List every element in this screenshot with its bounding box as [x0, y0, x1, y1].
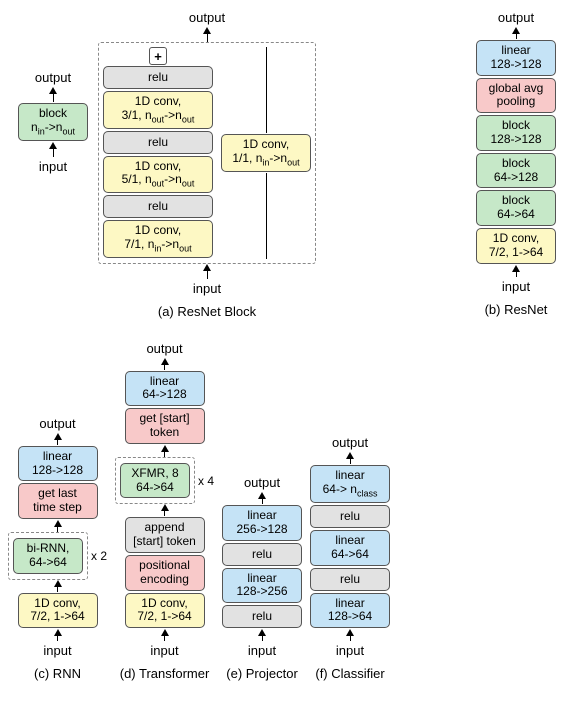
output-label: output: [332, 435, 368, 450]
panel-f: output linear 64-> nclass relu linear 64…: [310, 433, 390, 681]
getlast-box: get last time step: [18, 483, 98, 519]
caption-a: (a) ResNet Block: [158, 304, 256, 319]
block1-box: block 64->64: [476, 190, 556, 226]
output-label: output: [35, 70, 71, 85]
arrow-up-icon: [161, 358, 169, 365]
output-label: output: [39, 416, 75, 431]
conv-box: 1D conv, 7/2, 1->64: [476, 228, 556, 264]
conv7-box: 1D conv, 7/1, nin->nout: [103, 220, 213, 258]
arrow-up-icon: [161, 445, 169, 452]
block-title: block: [39, 106, 67, 120]
panel-b: output linear 128->128 global avg poolin…: [476, 8, 556, 317]
caption-f: (f) Classifier: [315, 666, 384, 681]
output-label: output: [189, 10, 225, 25]
panel-c: output linear 128->128 get last time ste…: [8, 414, 107, 681]
repeat-note: x 4: [198, 474, 214, 488]
panel-a-left: output block nin->nout input: [18, 68, 88, 176]
linear-box: linear 128->128: [18, 446, 98, 482]
output-label: output: [498, 10, 534, 25]
panel-d: output linear 64->128 get [start] token …: [115, 339, 214, 682]
conv3-box: 1D conv, 3/1, nout->nout: [103, 91, 213, 129]
rnn-repeat-box: bi-RNN, 64->64: [8, 532, 88, 580]
output-label: output: [146, 341, 182, 356]
block2-box: block 64->128: [476, 153, 556, 189]
relu-box: relu: [103, 131, 213, 154]
expanded-dashed-box: + relu 1D conv, 3/1, nout->nout relu 1D …: [98, 42, 316, 264]
arrow-up-icon: [346, 629, 354, 636]
arrow-up-icon: [49, 142, 57, 149]
arrow-up-icon: [54, 520, 62, 527]
block3-box: block 128->128: [476, 115, 556, 151]
arrow-up-icon: [203, 27, 211, 34]
add-op: +: [149, 47, 167, 65]
relu-box: relu: [222, 605, 302, 628]
skip-conv-box: 1D conv, 1/1, nin->nout: [221, 134, 311, 172]
lin3-box: linear 64-> nclass: [310, 465, 390, 503]
linear-box: linear 128->128: [476, 40, 556, 76]
conv-box: 1D conv, 7/2, 1->64: [18, 593, 98, 629]
arrow-up-icon: [512, 265, 520, 272]
xfmr-box: XFMR, 8 64->64: [120, 463, 190, 499]
relu-box: relu: [310, 505, 390, 528]
input-label: input: [336, 643, 364, 658]
architecture-diagram: output block nin->nout input output + re…: [8, 8, 562, 681]
arrow-up-icon: [54, 580, 62, 587]
arrow-up-icon: [258, 629, 266, 636]
conv-box: 1D conv, 7/2, 1->64: [125, 593, 205, 629]
posenc-box: positional encoding: [125, 555, 205, 591]
input-label: input: [39, 159, 67, 174]
input-label: input: [502, 279, 530, 294]
arrow-up-icon: [203, 264, 211, 271]
repeat-note: x 2: [91, 549, 107, 563]
relu-box: relu: [222, 543, 302, 566]
bottom-row: output linear 128->128 get last time ste…: [8, 339, 562, 682]
caption-b: (b) ResNet: [485, 302, 548, 317]
birnn-box: bi-RNN, 64->64: [13, 538, 83, 574]
top-row: output block nin->nout input output + re…: [8, 8, 562, 319]
input-label: input: [43, 643, 71, 658]
lin1-box: linear 128->64: [310, 593, 390, 629]
caption-d: (d) Transformer: [120, 666, 210, 681]
arrow-up-icon: [54, 629, 62, 636]
input-label: input: [193, 281, 221, 296]
caption-c: (c) RNN: [34, 666, 81, 681]
gap-box: global avg pooling: [476, 78, 556, 114]
panel-a-expanded: output + relu 1D conv, 3/1, nout->nout r…: [98, 8, 316, 319]
append-box: append [start] token: [125, 517, 205, 553]
main-path: + relu 1D conv, 3/1, nout->nout relu 1D …: [103, 47, 213, 259]
panel-e: output linear 256->128 relu linear 128->…: [222, 473, 302, 681]
block-box: block nin->nout: [18, 103, 88, 141]
lin1-box: linear 128->256: [222, 568, 302, 604]
relu-box: relu: [103, 66, 213, 89]
arrow-up-icon: [161, 504, 169, 511]
relu-box: relu: [310, 568, 390, 591]
skip-path: 1D conv, 1/1, nin->nout: [221, 47, 311, 259]
arrow-up-icon: [54, 433, 62, 440]
output-label: output: [244, 475, 280, 490]
lin2-box: linear 64->64: [310, 530, 390, 566]
lin2-box: linear 256->128: [222, 505, 302, 541]
block-dims: nin->nout: [31, 120, 75, 134]
arrow-up-icon: [346, 452, 354, 459]
arrow-up-icon: [49, 87, 57, 94]
conv5-box: 1D conv, 5/1, nout->nout: [103, 156, 213, 194]
arrow-up-icon: [512, 27, 520, 34]
xfmr-repeat-box: XFMR, 8 64->64: [115, 457, 195, 505]
linear-box: linear 64->128: [125, 371, 205, 407]
arrow-up-icon: [161, 629, 169, 636]
arrow-up-icon: [258, 492, 266, 499]
relu-box: relu: [103, 195, 213, 218]
input-label: input: [150, 643, 178, 658]
caption-e: (e) Projector: [226, 666, 298, 681]
getstart-box: get [start] token: [125, 408, 205, 444]
input-label: input: [248, 643, 276, 658]
